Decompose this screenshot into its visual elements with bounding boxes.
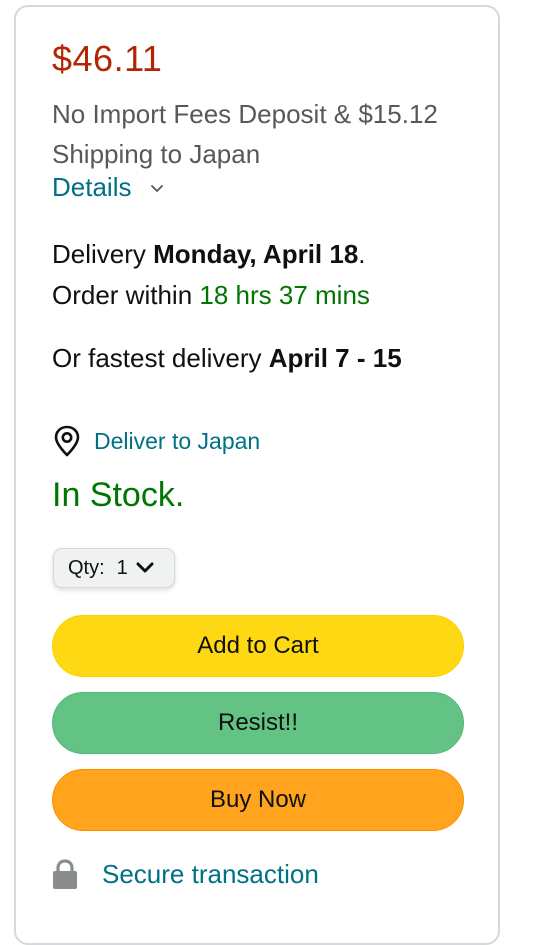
chevron-down-icon — [136, 562, 154, 573]
secure-transaction-link[interactable]: Secure transaction — [52, 858, 319, 890]
order-within-line: Order within 18 hrs 37 mins — [52, 275, 492, 316]
fastest-delivery: Or fastest delivery April 7 - 15 — [52, 338, 402, 379]
price: $46.11 — [52, 38, 163, 79]
deliver-to-link[interactable]: Deliver to Japan — [52, 425, 260, 457]
chevron-down-icon — [151, 184, 164, 192]
order-within-prefix: Order within — [52, 280, 200, 310]
details-link[interactable]: Details — [52, 172, 165, 203]
buy-now-button[interactable]: Buy Now — [52, 769, 464, 831]
delivery-line: Delivery Monday, April 18. — [52, 234, 492, 275]
resist-button[interactable]: Resist!! — [52, 692, 464, 754]
location-pin-icon — [54, 425, 80, 457]
fastest-prefix: Or fastest delivery — [52, 343, 269, 373]
secure-transaction-label: Secure transaction — [102, 858, 319, 889]
delivery-info: Delivery Monday, April 18. Order within … — [52, 234, 492, 316]
fastest-date: April 7 - 15 — [268, 343, 402, 373]
delivery-suffix: . — [358, 239, 366, 269]
delivery-prefix: Delivery — [52, 239, 154, 269]
deliver-to-label: Deliver to Japan — [94, 427, 261, 454]
quantity-dropdown[interactable]: Qty: 1 — [53, 548, 175, 588]
lock-icon — [53, 859, 77, 889]
qty-label: Qty: — [68, 556, 105, 579]
order-countdown: 18 hrs 37 mins — [199, 280, 370, 310]
delivery-date: Monday, April 18 — [153, 239, 359, 269]
stock-status: In Stock. — [52, 476, 185, 514]
add-to-cart-button[interactable]: Add to Cart — [52, 615, 464, 677]
qty-value: 1 — [116, 556, 128, 579]
details-label: Details — [52, 172, 132, 202]
shipping-fees-text: No Import Fees Deposit & $15.12 Shipping… — [52, 99, 438, 169]
